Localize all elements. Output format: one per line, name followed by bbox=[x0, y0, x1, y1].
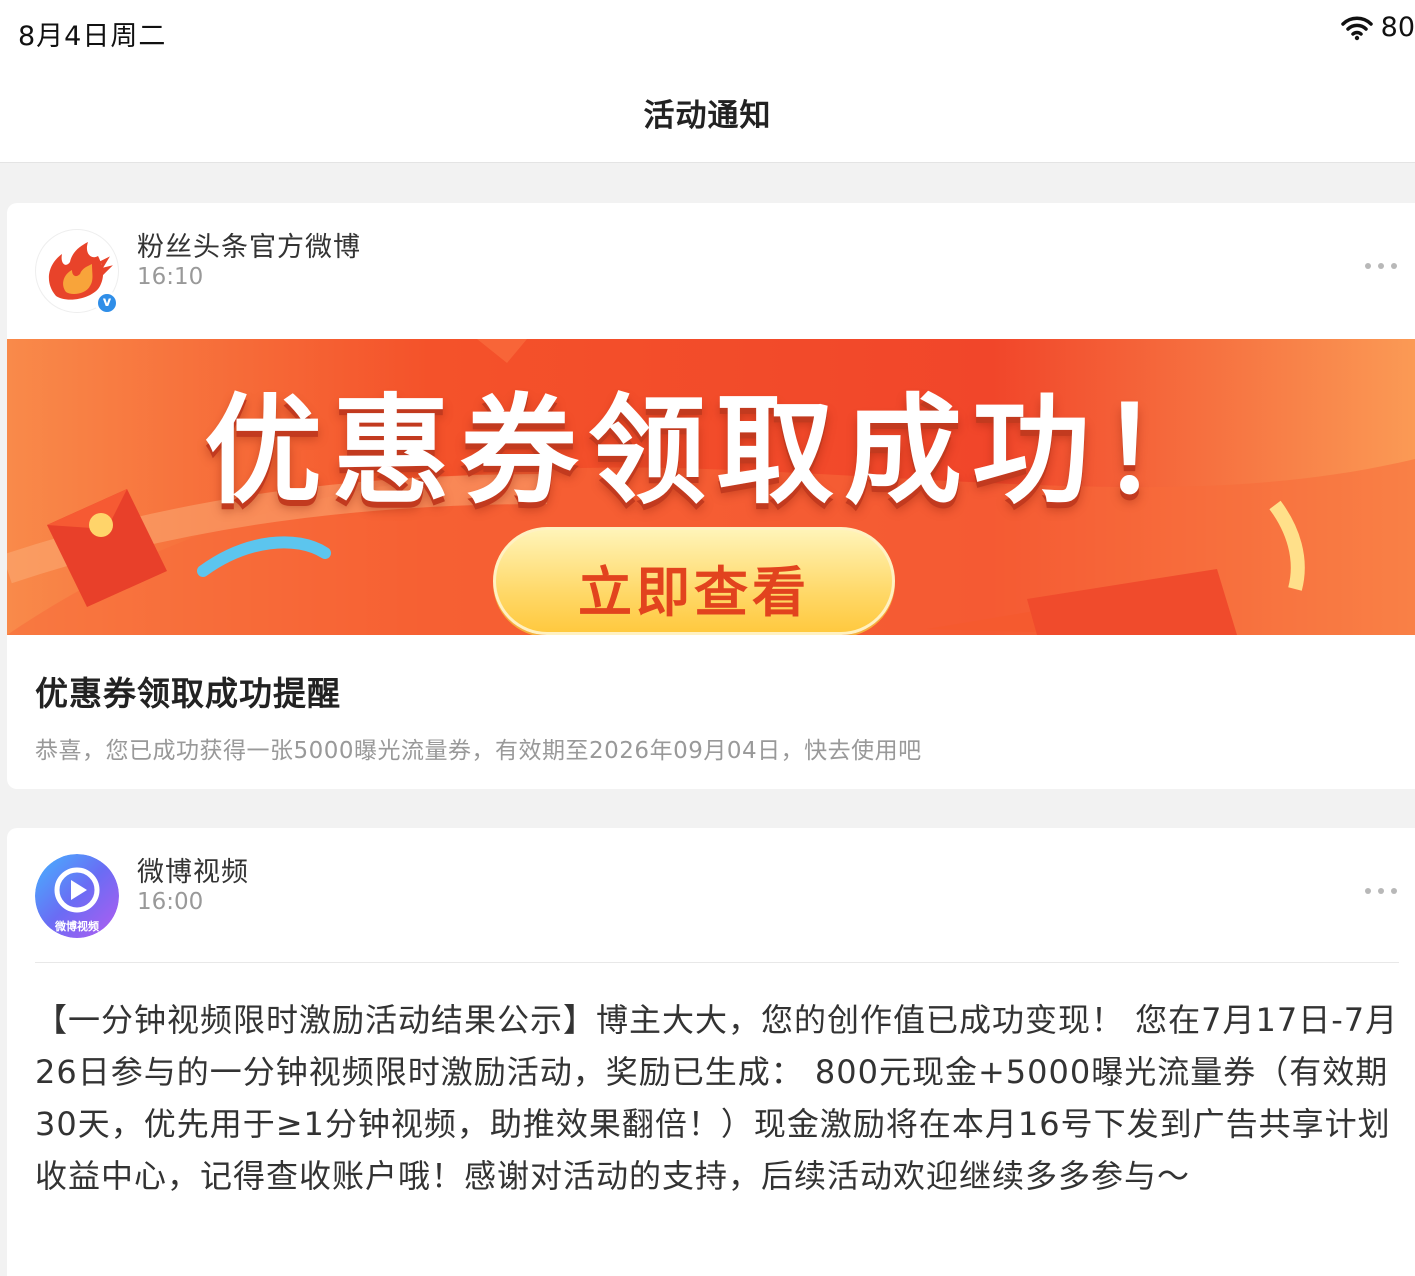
view-now-button[interactable]: 立即查看 bbox=[493, 527, 895, 635]
divider bbox=[35, 962, 1399, 963]
status-indicators: 80 bbox=[1340, 12, 1415, 43]
banner-title: 优惠券领取成功！ bbox=[203, 382, 1228, 520]
view-now-button-label: 立即查看 bbox=[578, 561, 810, 624]
status-bar: 8月4日周二 80 bbox=[0, 0, 1415, 64]
wifi-icon bbox=[1340, 16, 1373, 40]
notification-card[interactable]: 微博视频 微博视频 16:00 【一分钟视频限时激励活动结果公示】博主大大，您的… bbox=[7, 828, 1415, 1276]
verified-badge-icon: v bbox=[95, 291, 119, 315]
sender-time: 16:10 bbox=[137, 264, 204, 290]
status-time: 8月4日周二 bbox=[18, 21, 167, 52]
page-title: 活动通知 bbox=[643, 98, 772, 134]
sender-time: 16:00 bbox=[137, 889, 204, 915]
avatar-caption: 微博视频 bbox=[55, 920, 99, 933]
more-icon[interactable] bbox=[1365, 263, 1397, 269]
notification-description: 恭喜，您已成功获得一张5000曝光流量券，有效期至2026年09月04日，快去使… bbox=[35, 738, 922, 764]
notification-card[interactable]: v 粉丝头条官方微博 16:10 优惠券领取成功！ 立即查看 优惠券领取成功提醒… bbox=[7, 203, 1415, 789]
card-header: v 粉丝头条官方微博 16:10 bbox=[7, 203, 1415, 339]
notification-body: 【一分钟视频限时激励活动结果公示】博主大大，您的创作值已成功变现！ 您在7月17… bbox=[35, 1001, 1399, 1195]
card-header: 微博视频 微博视频 16:00 bbox=[7, 828, 1415, 964]
sender-name[interactable]: 微博视频 bbox=[137, 850, 249, 889]
battery-percentage: 80 bbox=[1380, 12, 1415, 43]
avatar[interactable]: 微博视频 bbox=[35, 854, 119, 938]
sender-name[interactable]: 粉丝头条官方微博 bbox=[137, 225, 361, 264]
notification-title: 优惠券领取成功提醒 bbox=[35, 674, 341, 713]
nav-bar: 活动通知 bbox=[0, 64, 1415, 163]
more-icon[interactable] bbox=[1365, 888, 1397, 894]
promo-banner[interactable]: 优惠券领取成功！ 立即查看 bbox=[7, 339, 1415, 635]
